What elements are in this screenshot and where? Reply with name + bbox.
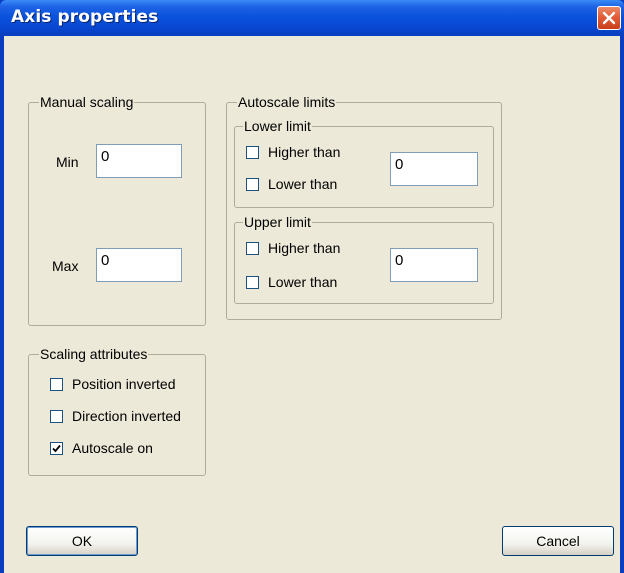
max-label: Max [52, 258, 79, 274]
cancel-button[interactable]: Cancel [502, 526, 614, 556]
autoscale-on-label: Autoscale on [72, 440, 153, 456]
upper-limit-lower-than-checkbox[interactable] [246, 276, 259, 289]
lower-limit-input[interactable]: 0 [390, 152, 478, 186]
upper-limit-legend: Upper limit [243, 214, 312, 230]
upper-limit-input[interactable]: 0 [390, 248, 478, 282]
lower-limit-higher-than-label: Higher than [268, 144, 341, 160]
lower-limit-legend: Lower limit [243, 118, 312, 134]
max-input[interactable]: 0 [96, 248, 182, 282]
direction-inverted-label: Direction inverted [72, 408, 181, 424]
upper-limit-higher-than-checkbox[interactable] [246, 242, 259, 255]
min-input[interactable]: 0 [96, 144, 182, 178]
scaling-attributes-legend: Scaling attributes [39, 346, 149, 362]
dialog-body: Manual scaling Min 0 Max 0 Autoscale lim… [4, 36, 620, 573]
dialog-title: Axis properties [11, 7, 159, 27]
title-bar[interactable]: Axis properties [0, 0, 624, 36]
upper-limit-higher-than-label: Higher than [268, 240, 341, 256]
autoscale-on-checkbox[interactable] [50, 442, 63, 455]
position-inverted-label: Position inverted [72, 376, 176, 392]
ok-button[interactable]: OK [26, 526, 138, 556]
upper-limit-lower-than-label: Lower than [268, 274, 338, 290]
autoscale-limits-legend: Autoscale limits [237, 94, 337, 110]
lower-limit-lower-than-checkbox[interactable] [246, 178, 259, 191]
checkmark-icon [52, 444, 61, 453]
position-inverted-checkbox[interactable] [50, 378, 63, 391]
direction-inverted-checkbox[interactable] [50, 410, 63, 423]
dialog-window: Axis properties Manual scaling Min 0 Max… [0, 0, 624, 573]
manual-scaling-group: Manual scaling [28, 94, 206, 326]
manual-scaling-legend: Manual scaling [39, 94, 135, 110]
min-label: Min [56, 154, 79, 170]
close-button[interactable] [597, 6, 621, 30]
lower-limit-higher-than-checkbox[interactable] [246, 146, 259, 159]
close-icon [602, 11, 616, 25]
lower-limit-lower-than-label: Lower than [268, 176, 338, 192]
